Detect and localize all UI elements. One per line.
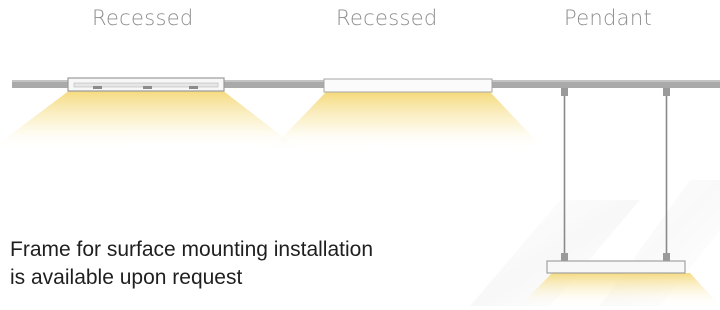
recessed-fixture-1 [0,77,300,150]
mounting-types-diagram: Recessed Recessed Pendant Frame for surf… [0,0,720,306]
recessed-label-1: Recessed [92,6,194,30]
recessed-label-2: Recessed [336,6,438,30]
recessed-fixture-2 [270,78,545,150]
pendant-label: Pendant [564,6,652,30]
installation-note-line-2: is available upon request [10,266,243,289]
installation-note-line-1: Frame for surface mounting installation [10,238,373,261]
